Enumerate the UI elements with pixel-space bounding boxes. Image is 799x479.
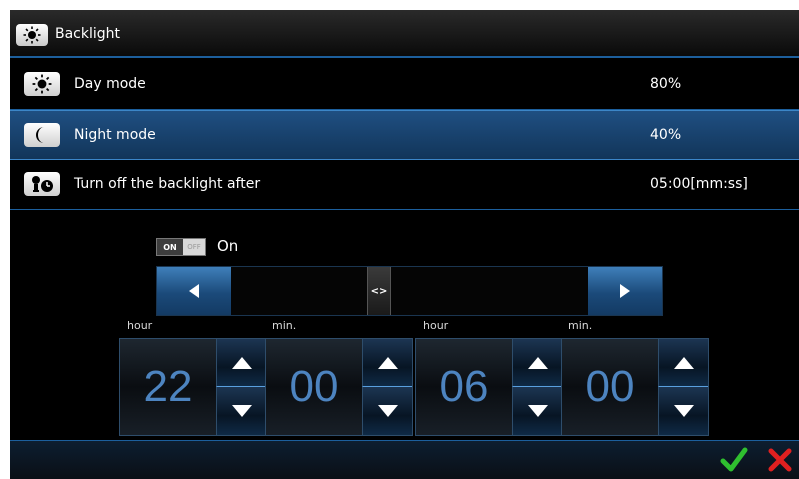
range-handle[interactable]: <> <box>367 267 391 315</box>
backlight-screen: Backlight Day mode 80% Night mode 40% Tu… <box>10 10 799 479</box>
triangle-down-icon <box>527 405 548 417</box>
end-hour-value[interactable]: 06 <box>416 339 512 435</box>
confirm-check-icon <box>720 447 748 472</box>
window-title: Backlight <box>55 26 121 42</box>
triangle-up-icon <box>231 356 252 369</box>
triangle-up-icon <box>673 356 694 369</box>
confirm-button[interactable] <box>717 443 751 477</box>
end-hour-increment-button[interactable] <box>512 339 562 387</box>
column-label-min: min. <box>272 319 297 332</box>
moon-icon <box>24 123 60 147</box>
start-hour-decrement-button[interactable] <box>216 387 266 435</box>
end-minute-decrement-button[interactable] <box>658 387 708 435</box>
start-minute-spinner: 00 <box>265 338 413 436</box>
on-off-toggle[interactable]: ON OFF <box>156 238 206 256</box>
arrow-right-icon <box>620 284 630 298</box>
end-hour-spinner: 06 <box>415 338 563 436</box>
menu-item-night-mode[interactable]: Night mode 40% <box>10 110 799 160</box>
triangle-down-icon <box>673 405 694 417</box>
column-label-min: min. <box>568 319 593 332</box>
start-minute-decrement-button[interactable] <box>362 387 412 435</box>
triangle-down-icon <box>231 405 252 417</box>
end-hour-decrement-button[interactable] <box>512 387 562 435</box>
end-minute-increment-button[interactable] <box>658 339 708 387</box>
title-bar: Backlight <box>10 10 799 58</box>
toggle-state-text: On <box>217 237 239 255</box>
range-right-button[interactable] <box>588 267 662 315</box>
cancel-x-icon <box>768 448 792 472</box>
start-hour-increment-button[interactable] <box>216 339 266 387</box>
column-label-hour: hour <box>423 319 449 332</box>
cancel-button[interactable] <box>763 443 797 477</box>
start-hour-value[interactable]: 22 <box>120 339 216 435</box>
triangle-up-icon <box>527 356 548 369</box>
menu-item-label: Day mode <box>74 76 146 92</box>
triangle-up-icon <box>377 356 398 369</box>
start-hour-spinner: 22 <box>119 338 267 436</box>
bulb-clock-icon <box>24 172 60 196</box>
column-label-hour: hour <box>127 319 153 332</box>
end-minute-value[interactable]: 00 <box>562 339 658 435</box>
triangle-down-icon <box>377 405 398 417</box>
menu-item-label: Night mode <box>74 127 156 143</box>
menu-item-day-mode[interactable]: Day mode 80% <box>10 60 799 110</box>
sun-icon <box>16 24 48 46</box>
end-minute-spinner: 00 <box>561 338 709 436</box>
time-range-slider[interactable]: <> <box>156 266 663 316</box>
range-left-button[interactable] <box>157 267 231 315</box>
arrow-left-icon <box>189 284 199 298</box>
menu-item-value: 80% <box>650 76 682 92</box>
start-minute-increment-button[interactable] <box>362 339 412 387</box>
toggle-on-label: ON <box>157 239 183 255</box>
start-minute-value[interactable]: 00 <box>266 339 362 435</box>
menu-item-label: Turn off the backlight after <box>74 176 261 192</box>
menu-item-value: 40% <box>650 127 682 143</box>
toggle-off-label: OFF <box>187 243 201 251</box>
menu-item-turn-off-after[interactable]: Turn off the backlight after 05:00[mm:ss… <box>10 160 799 210</box>
footer-bar <box>10 440 799 479</box>
sun-icon <box>24 72 60 96</box>
menu-item-value: 05:00[mm:ss] <box>650 176 748 192</box>
